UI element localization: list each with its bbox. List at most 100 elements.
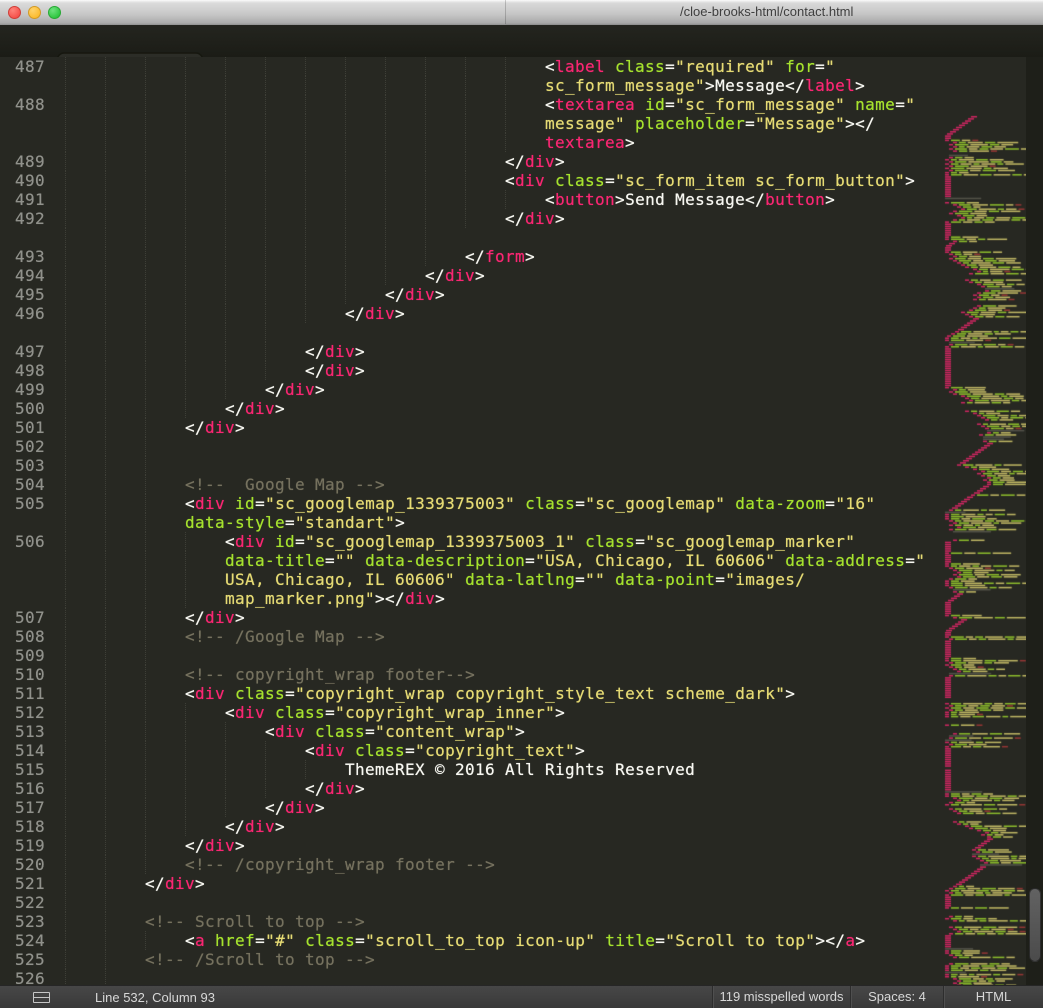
code-row[interactable]: data-title="" data-description="USA, Chi… <box>0 551 943 570</box>
code-line: <div class="content_wrap"> <box>265 722 525 741</box>
indent-guide <box>145 342 146 361</box>
code-row[interactable]: 508<!-- /Google Map --> <box>0 627 943 646</box>
code-line: </div> <box>345 304 405 323</box>
code-row[interactable]: 502 <box>0 437 943 456</box>
code-row[interactable]: 522 <box>0 893 943 912</box>
indent-guide <box>65 152 66 171</box>
code-token: "#" <box>265 931 295 950</box>
code-row[interactable]: 506<div id="sc_googlemap_1339375003_1" c… <box>0 532 943 551</box>
indent-guide <box>225 741 226 760</box>
code-row[interactable]: 503 <box>0 456 943 475</box>
code-row[interactable]: 510<!-- copyright_wrap footer--> <box>0 665 943 684</box>
close-window-button[interactable] <box>8 6 21 19</box>
code-token: class <box>275 703 325 722</box>
code-row[interactable]: 518</div> <box>0 817 943 836</box>
code-row[interactable]: 511<div class="copyright_wrap copyright_… <box>0 684 943 703</box>
code-token: = <box>295 532 305 551</box>
indent-guide <box>65 228 66 247</box>
zoom-window-button[interactable] <box>48 6 61 19</box>
code-row[interactable]: 491<button>Send Message</button> <box>0 190 943 209</box>
indent-guide <box>105 228 106 247</box>
code-row[interactable]: 504<!-- Google Map --> <box>0 475 943 494</box>
code-row[interactable]: 521</div> <box>0 874 943 893</box>
indent-guide <box>145 855 146 874</box>
code-row[interactable] <box>0 228 943 247</box>
indent-guide <box>105 589 106 608</box>
indent-guide <box>65 247 66 266</box>
code-token: > <box>235 418 245 437</box>
indent-guide <box>465 152 466 171</box>
code-row[interactable]: 498</div> <box>0 361 943 380</box>
code-row[interactable]: message" placeholder="Message"></ <box>0 114 943 133</box>
title-bar: /cloe-brooks-html/contact.html <box>0 0 1043 25</box>
code-row[interactable] <box>0 323 943 342</box>
indent-guide <box>265 760 266 779</box>
code-token: div <box>315 741 345 760</box>
code-row[interactable]: 515ThemeREX © 2016 All Rights Reserved <box>0 760 943 779</box>
code-row[interactable]: 489</div> <box>0 152 943 171</box>
indent-guide <box>65 437 66 456</box>
indent-guide <box>385 57 386 76</box>
code-row[interactable]: sc_form_message">Message</label> <box>0 76 943 95</box>
indent-guide <box>345 266 346 285</box>
code-row[interactable]: 523<!-- Scroll to top --> <box>0 912 943 931</box>
code-row[interactable]: 519</div> <box>0 836 943 855</box>
code-row[interactable]: 525<!-- /Scroll to top --> <box>0 950 943 969</box>
code-editor[interactable]: 487<label class="required" for="sc_form_… <box>0 57 1043 985</box>
code-row[interactable]: USA, Chicago, IL 60606" data-latlng="" d… <box>0 570 943 589</box>
code-token: > <box>525 247 535 266</box>
code-row[interactable]: 516</div> <box>0 779 943 798</box>
code-row[interactable]: 509 <box>0 646 943 665</box>
code-row[interactable]: data-style="standart"> <box>0 513 943 532</box>
code-row[interactable]: 488<textarea id="sc_form_message" name=" <box>0 95 943 114</box>
sublime-text-window: /cloe-brooks-html/contact.html ◀ ▶ conta… <box>0 0 1043 1008</box>
code-row[interactable]: 520<!-- /copyright_wrap footer --> <box>0 855 943 874</box>
indent-guide <box>185 95 186 114</box>
code-line: <!-- copyright_wrap footer--> <box>185 665 475 684</box>
code-row[interactable]: 499</div> <box>0 380 943 399</box>
code-row[interactable]: 497</div> <box>0 342 943 361</box>
code-row[interactable]: 512<div class="copyright_wrap_inner"> <box>0 703 943 722</box>
code-row[interactable]: 490<div class="sc_form_item sc_form_butt… <box>0 171 943 190</box>
code-row[interactable]: 513<div class="content_wrap"> <box>0 722 943 741</box>
indentation-indicator[interactable]: Spaces: 4 <box>850 986 943 1008</box>
code-row[interactable]: textarea> <box>0 133 943 152</box>
code-row[interactable]: 517</div> <box>0 798 943 817</box>
indent-guide <box>65 266 66 285</box>
code-row[interactable]: 492</div> <box>0 209 943 228</box>
indent-guide <box>145 209 146 228</box>
code-row[interactable]: 495</div> <box>0 285 943 304</box>
indent-guide <box>145 399 146 418</box>
code-row[interactable]: 487<label class="required" for=" <box>0 57 943 76</box>
scrollbar-thumb[interactable] <box>1029 888 1041 962</box>
code-token: div <box>365 304 395 323</box>
window-title: /cloe-brooks-html/contact.html <box>680 4 853 19</box>
code-row[interactable]: 524<a href="#" class="scroll_to_top icon… <box>0 931 943 950</box>
code-row[interactable]: 526 <box>0 969 943 985</box>
line-number: 518 <box>0 817 45 836</box>
code-row[interactable]: 494</div> <box>0 266 943 285</box>
code-line: <!-- Scroll to top --> <box>145 912 365 931</box>
indent-guide <box>105 304 106 323</box>
indent-guide <box>305 95 306 114</box>
code-line: </div> <box>185 418 245 437</box>
indent-guide <box>425 95 426 114</box>
code-row[interactable]: 514<div class="copyright_text"> <box>0 741 943 760</box>
code-row[interactable]: 493</form> <box>0 247 943 266</box>
minimize-window-button[interactable] <box>28 6 41 19</box>
code-row[interactable]: 500</div> <box>0 399 943 418</box>
scrollbar-track[interactable] <box>1026 57 1043 985</box>
code-rows[interactable]: 487<label class="required" for="sc_form_… <box>0 57 943 985</box>
code-row[interactable]: map_marker.png"></div> <box>0 589 943 608</box>
code-row[interactable]: 496</div> <box>0 304 943 323</box>
code-token: textarea <box>555 95 635 114</box>
code-row[interactable]: 505<div id="sc_googlemap_1339375003" cla… <box>0 494 943 513</box>
code-token: "copyright_text" <box>415 741 575 760</box>
code-token: class <box>585 532 635 551</box>
code-row[interactable]: 507</div> <box>0 608 943 627</box>
code-token: > <box>615 190 625 209</box>
syntax-indicator[interactable]: HTML <box>943 986 1043 1008</box>
code-row[interactable]: 501</div> <box>0 418 943 437</box>
indent-guide <box>145 779 146 798</box>
tab-bar: ◀ ▶ contact.html × ▼ <box>0 25 1043 57</box>
